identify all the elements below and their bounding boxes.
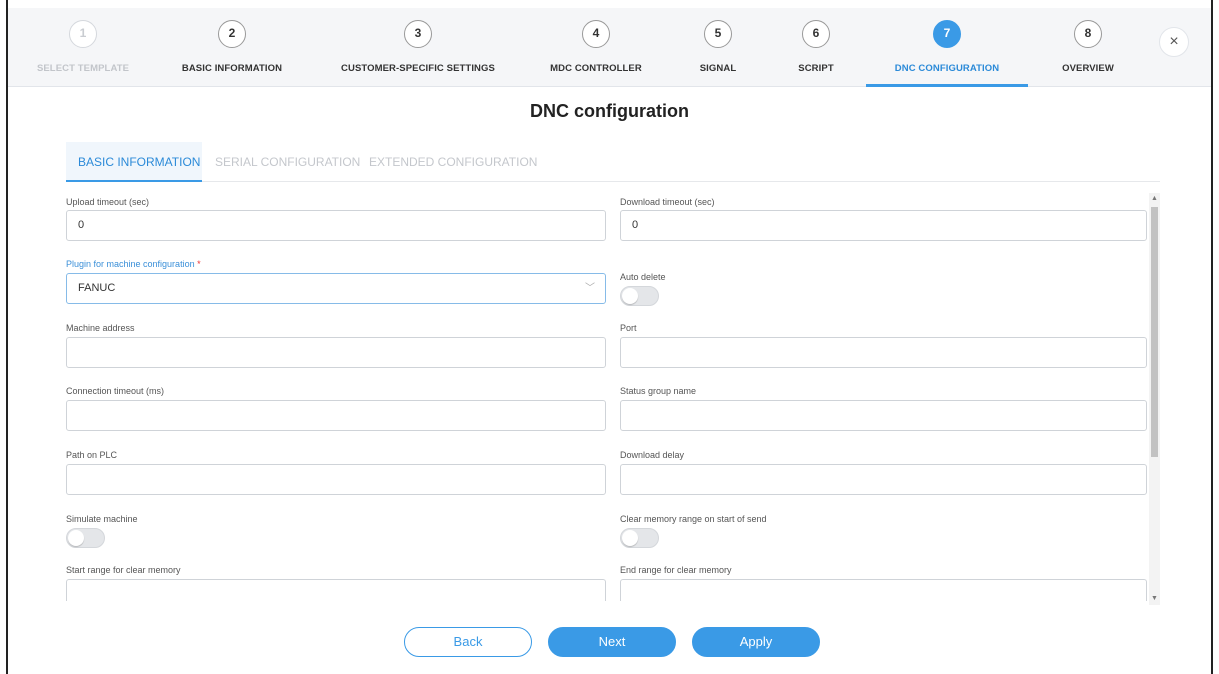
end-range-label: End range for clear memory <box>620 565 732 575</box>
upload-timeout-label: Upload timeout (sec) <box>66 197 150 207</box>
scrollbar-thumb[interactable] <box>1151 207 1158 457</box>
next-button[interactable]: Next <box>548 627 676 657</box>
plugin-select[interactable]: FANUC ﹀ <box>66 273 606 304</box>
connection-timeout-input[interactable] <box>66 400 606 431</box>
start-range-label: Start range for clear memory <box>66 565 181 575</box>
scroll-down-icon[interactable]: ▼ <box>1149 593 1160 605</box>
port-input[interactable] <box>620 337 1147 368</box>
path-on-plc-input[interactable] <box>66 464 606 495</box>
simulate-machine-label: Simulate machine <box>66 514 138 524</box>
end-range-input[interactable] <box>620 579 1147 601</box>
tab-serial-configuration[interactable]: SERIAL CONFIGURATION <box>203 142 372 182</box>
back-button[interactable]: Back <box>404 627 532 657</box>
step-customer-specific-settings[interactable]: 3 CUSTOMER-SPECIFIC SETTINGS <box>326 8 510 87</box>
machine-address-input[interactable] <box>66 337 606 368</box>
toggle-knob <box>622 288 638 304</box>
step-number: 2 <box>218 20 246 48</box>
step-label: SIGNAL <box>699 63 737 74</box>
step-basic-information[interactable]: 2 BASIC INFORMATION <box>158 8 306 87</box>
clear-memory-label: Clear memory range on start of send <box>620 514 767 524</box>
path-on-plc-label: Path on PLC <box>66 450 118 460</box>
step-label: CUSTOMER-SPECIFIC SETTINGS <box>341 63 495 74</box>
step-number: 7 <box>933 20 961 48</box>
download-delay-label: Download delay <box>620 450 685 460</box>
upload-timeout-input[interactable]: 0 <box>66 210 606 241</box>
page-title: DNC configuration <box>530 101 689 121</box>
machine-address-label: Machine address <box>66 323 135 333</box>
toggle-knob <box>68 530 84 546</box>
toggle-knob <box>622 530 638 546</box>
plugin-label-text: Plugin for machine configuration <box>66 259 195 269</box>
connection-timeout-label: Connection timeout (ms) <box>66 386 165 396</box>
plugin-select-value: FANUC <box>78 282 116 294</box>
step-signal[interactable]: 5 SIGNAL <box>668 8 768 87</box>
step-number: 4 <box>582 20 610 48</box>
active-step-underline <box>866 84 1028 87</box>
start-range-input[interactable] <box>66 579 606 601</box>
form-scrollbar[interactable]: ▲ ▼ <box>1149 193 1160 605</box>
tab-extended-configuration[interactable]: EXTENDED CONFIGURATION <box>357 142 549 182</box>
step-number: 1 <box>69 20 97 48</box>
clear-memory-toggle[interactable] <box>620 528 659 548</box>
step-label: OVERVIEW <box>1062 63 1114 74</box>
simulate-machine-toggle[interactable] <box>66 528 105 548</box>
download-timeout-input[interactable]: 0 <box>620 210 1147 241</box>
step-overview[interactable]: 8 OVERVIEW <box>1028 8 1148 87</box>
step-label: BASIC INFORMATION <box>181 63 283 74</box>
step-select-template: 1 SELECT TEMPLATE <box>8 8 158 87</box>
auto-delete-label: Auto delete <box>620 272 666 282</box>
plugin-label: Plugin for machine configuration * <box>66 259 201 269</box>
step-label: SCRIPT <box>798 63 834 74</box>
wizard-stepper: 1 SELECT TEMPLATE 2 BASIC INFORMATION 3 … <box>8 8 1211 87</box>
tab-bar: BASIC INFORMATION SERIAL CONFIGURATION E… <box>66 142 1160 182</box>
step-number: 5 <box>704 20 732 48</box>
step-number: 3 <box>404 20 432 48</box>
step-label: MDC CONTROLLER <box>550 63 642 74</box>
download-delay-input[interactable] <box>620 464 1147 495</box>
apply-button[interactable]: Apply <box>692 627 820 657</box>
required-marker: * <box>197 259 201 269</box>
port-label: Port <box>620 323 637 333</box>
status-group-name-label: Status group name <box>620 386 697 396</box>
close-icon[interactable]: × <box>1159 27 1189 57</box>
scroll-up-icon[interactable]: ▲ <box>1149 193 1160 205</box>
step-label: SELECT TEMPLATE <box>36 63 130 74</box>
step-label: DNC CONFIGURATION <box>894 63 1000 74</box>
step-mdc-controller[interactable]: 4 MDC CONTROLLER <box>526 8 666 87</box>
step-script[interactable]: 6 SCRIPT <box>766 8 866 87</box>
step-number: 8 <box>1074 20 1102 48</box>
download-timeout-label: Download timeout (sec) <box>620 197 715 207</box>
step-number: 6 <box>802 20 830 48</box>
auto-delete-toggle[interactable] <box>620 286 659 306</box>
status-group-name-input[interactable] <box>620 400 1147 431</box>
tab-basic-information[interactable]: BASIC INFORMATION <box>66 142 202 182</box>
step-dnc-configuration[interactable]: 7 DNC CONFIGURATION <box>866 8 1028 87</box>
chevron-down-icon: ﹀ <box>585 283 595 294</box>
